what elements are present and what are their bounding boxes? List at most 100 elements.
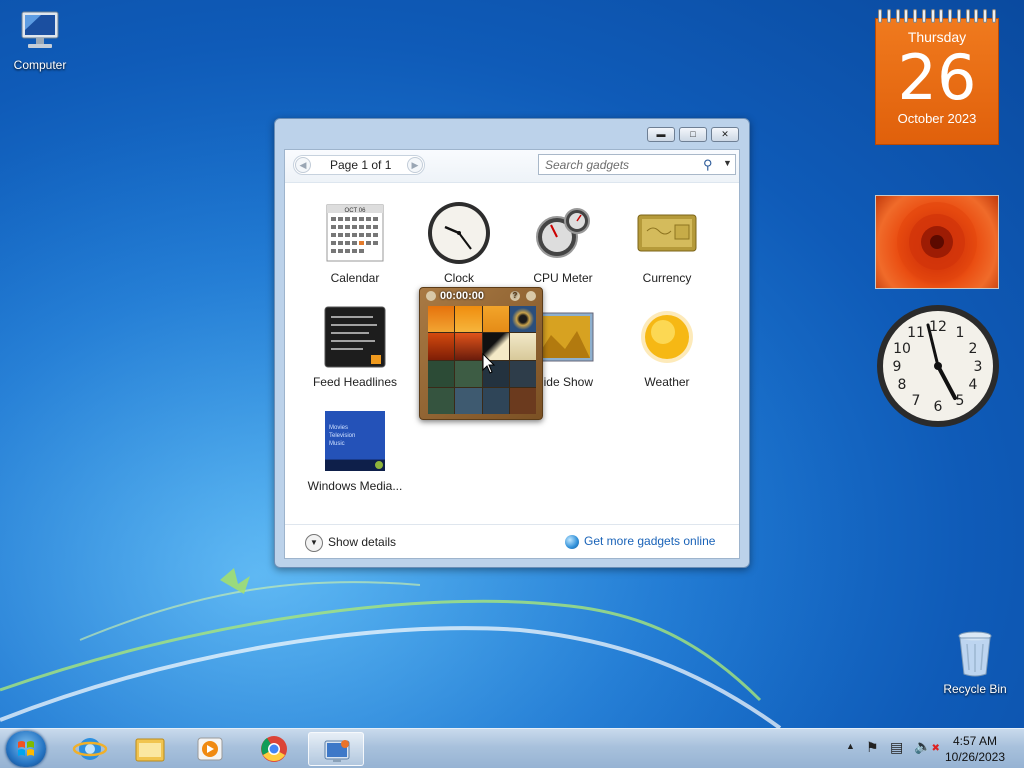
gadget-currency[interactable]: Currency [615, 201, 719, 285]
gadget-calendar[interactable]: OCT 06 Calendar [303, 201, 407, 285]
puzzle-tile[interactable] [482, 306, 509, 333]
puzzle-help-icon[interactable]: ? [510, 291, 520, 301]
page-label: Page 1 of 1 [330, 158, 392, 172]
puzzle-tile[interactable] [455, 387, 482, 414]
svg-text:1: 1 [956, 325, 965, 341]
search-dropdown-icon[interactable]: ▼ [723, 158, 732, 168]
puzzle-tile[interactable] [509, 360, 536, 387]
puzzle-tile[interactable] [455, 306, 482, 333]
calendar-day-number: 26 [897, 41, 977, 114]
chrome-taskbar-button[interactable] [246, 732, 302, 766]
next-page-button[interactable]: ▶ [407, 157, 423, 173]
media-player-icon [197, 737, 223, 761]
gadget-weather[interactable]: Weather [615, 305, 719, 389]
system-clock[interactable]: 4:57 AM 10/26/2023 [930, 733, 1020, 765]
cpu-meter-thumb-icon [531, 201, 595, 265]
windows-logo-icon [18, 741, 34, 756]
get-more-gadgets-link[interactable]: Get more gadgets online [565, 534, 715, 549]
clock-thumb-icon [427, 201, 491, 265]
recycle-bin-label: Recycle Bin [943, 682, 1007, 696]
page-navigator: ◀ Page 1 of 1 ▶ [293, 155, 425, 175]
puzzle-solve-icon[interactable] [526, 291, 536, 301]
feed-headlines-thumb-icon [323, 305, 387, 369]
window-footer: ▼ Show details Get more gadgets online [285, 524, 739, 559]
action-center-flag-icon[interactable]: ⚑ [866, 739, 879, 756]
file-explorer-taskbar-button[interactable] [122, 732, 178, 766]
gadgets-icon [324, 740, 350, 762]
gadget-label: Calendar [330, 271, 380, 285]
system-time: 4:57 AM [952, 734, 998, 748]
internet-explorer-icon [72, 738, 108, 760]
media-menu-music: Music [329, 441, 345, 447]
gadget-label: Windows Media... [307, 479, 403, 493]
show-details-label: Show details [328, 535, 397, 550]
svg-text:4: 4 [969, 377, 978, 393]
internet-explorer-taskbar-button[interactable] [62, 732, 118, 766]
media-center-thumb-icon: Movies Television Music [323, 409, 387, 473]
gadgets-taskbar-button[interactable] [308, 732, 364, 766]
svg-text:3: 3 [974, 359, 983, 375]
gadgets-toolbar: ◀ Page 1 of 1 ▶ Search gadgets ⚲ ▼ [285, 150, 739, 183]
network-icon[interactable]: ▤ [890, 739, 903, 756]
puzzle-tile[interactable] [428, 333, 455, 360]
gadget-label: Currency [642, 271, 692, 285]
chrome-icon [261, 736, 287, 762]
get-more-label: Get more gadgets online [584, 534, 716, 548]
desktop-clock-face: 12 12 345 678 91011 [877, 305, 999, 427]
svg-text:7: 7 [912, 393, 921, 409]
puzzle-timer: 00:00:00 ? [420, 290, 542, 304]
window-titlebar[interactable]: ▬ □ ✕ [275, 119, 749, 149]
puzzle-tile[interactable] [428, 387, 455, 414]
desktop: Computer Recycle Bin Thursday 26 October… [0, 0, 1024, 768]
show-hidden-icons-icon[interactable]: ▲ [846, 741, 855, 751]
svg-text:6: 6 [934, 399, 943, 415]
currency-thumb-icon [635, 201, 699, 265]
taskbar: ▲ ⚑ ▤ 🔈✖ 4:57 AM 10/26/2023 [0, 728, 1024, 768]
puzzle-show-picture-icon[interactable] [426, 291, 436, 301]
recycle-bin-desktop-icon[interactable]: Recycle Bin [935, 630, 1015, 696]
puzzle-tile[interactable] [455, 333, 482, 360]
gadget-windows-media-center[interactable]: Movies Television Music Windows Media... [303, 409, 407, 493]
calendar-gadget[interactable]: Thursday 26 October 2023 [875, 10, 999, 145]
start-button[interactable] [6, 731, 46, 767]
gadget-cpu-meter[interactable]: CPU Meter [511, 201, 615, 285]
mouse-pointer-icon [482, 353, 496, 374]
puzzle-tile[interactable] [455, 360, 482, 387]
puzzle-tile[interactable] [509, 333, 536, 360]
gadget-feed-headlines[interactable]: Feed Headlines [303, 305, 407, 389]
gadget-label: CPU Meter [533, 271, 593, 285]
calendar-gadget-body: Thursday 26 October 2023 [875, 18, 999, 145]
puzzle-tile[interactable] [428, 306, 455, 333]
gadget-label: Feed Headlines [312, 375, 398, 389]
computer-desktop-icon[interactable]: Computer [0, 8, 80, 72]
svg-text:11: 11 [907, 325, 925, 341]
close-button[interactable]: ✕ [711, 127, 739, 142]
computer-icon [21, 11, 59, 48]
puzzle-tile[interactable] [428, 360, 455, 387]
puzzle-tile[interactable] [509, 306, 536, 333]
gadget-label: Weather [644, 375, 690, 389]
flower-photo [897, 202, 977, 282]
gadget-label: Clock [443, 271, 474, 285]
mini-calendar-header: OCT 06 [345, 208, 367, 214]
search-icon[interactable]: ⚲ [703, 157, 713, 173]
system-date: 10/26/2023 [944, 750, 1006, 764]
puzzle-tile[interactable] [482, 387, 509, 414]
gadget-clock[interactable]: Clock [407, 201, 511, 285]
calendar-thumb-icon: OCT 06 [323, 201, 387, 265]
calendar-month-year: October 2023 [897, 111, 977, 126]
maximize-button[interactable]: □ [679, 127, 707, 142]
show-details-button[interactable]: ▼ Show details [305, 534, 396, 552]
svg-text:12: 12 [929, 319, 947, 335]
clock-gadget[interactable]: 12 1 2 345 678 9 10 11 [875, 303, 1001, 429]
puzzle-tile[interactable] [509, 387, 536, 414]
computer-icon-label: Computer [13, 58, 67, 72]
slideshow-gadget[interactable] [875, 195, 999, 289]
media-player-taskbar-button[interactable] [182, 732, 238, 766]
svg-text:10: 10 [893, 341, 911, 357]
weather-sun-icon [635, 305, 699, 369]
minimize-button[interactable]: ▬ [647, 127, 675, 142]
previous-page-button[interactable]: ◀ [295, 157, 311, 173]
search-gadgets-input[interactable]: Search gadgets ⚲ ▼ [538, 154, 736, 175]
picture-puzzle-gadget[interactable]: 00:00:00 ? [419, 287, 543, 420]
